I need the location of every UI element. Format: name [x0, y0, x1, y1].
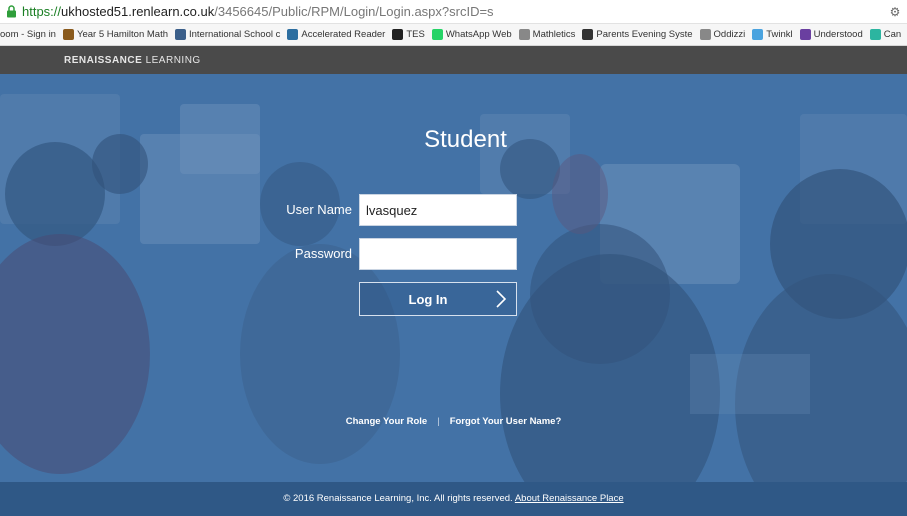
- bookmark-item[interactable]: Can: [869, 29, 902, 40]
- help-links: Change Your Role | Forgot Your User Name?: [0, 416, 907, 427]
- bookmarks-bar: oom - Sign in Year 5 Hamilton Math Interna…: [0, 24, 907, 46]
- url-text[interactable]: https://ukhosted51.renlearn.co.uk/345664…: [22, 4, 494, 19]
- bookmark-label: International School c: [189, 29, 281, 40]
- bookmark-item[interactable]: Twinkl: [752, 29, 793, 40]
- rl-icon: [287, 29, 299, 40]
- school-icon: [175, 29, 186, 40]
- bookmark-label: WhatsApp Web: [445, 29, 512, 40]
- username-input[interactable]: [359, 194, 517, 226]
- bookmark-item[interactable]: Year 5 Hamilton Math: [62, 29, 168, 40]
- username-label: User Name: [286, 202, 352, 217]
- brand-bold: RENAISSANCE: [64, 55, 143, 66]
- bookmark-item[interactable]: Oddizzi: [699, 29, 746, 40]
- can-icon: [869, 29, 881, 40]
- url-path: /3456645/Public/RPM/Login/Login.aspx?src…: [214, 4, 494, 19]
- bookmark-label: Mathletics: [532, 29, 576, 40]
- lock-icon: [4, 5, 18, 19]
- login-button[interactable]: Log In: [359, 282, 517, 316]
- page-icon: [699, 29, 711, 40]
- change-role-link[interactable]: Change Your Role: [346, 416, 427, 427]
- bookmark-item[interactable]: Parents Evening Syste: [582, 29, 693, 40]
- page-icon: [518, 29, 530, 40]
- login-button-label: Log In: [408, 291, 448, 307]
- hamilton-icon: [62, 29, 74, 40]
- bookmark-label: oom - Sign in: [0, 29, 56, 40]
- bookmark-label: Accelerated Reader: [301, 29, 386, 40]
- bookmark-label: Parents Evening Syste: [596, 29, 693, 40]
- whatsapp-icon: [431, 29, 443, 40]
- bookmark-label: Year 5 Hamilton Math: [76, 29, 168, 40]
- copyright-text: © 2016 Renaissance Learning, Inc. All ri…: [283, 493, 513, 504]
- url-protocol: https://: [22, 4, 62, 19]
- hero-background: Student User Name Password Log In Change…: [0, 74, 907, 482]
- url-host: ukhosted51.renlearn.co.uk: [61, 4, 215, 19]
- link-separator: |: [437, 416, 440, 427]
- password-label: Password: [294, 246, 352, 261]
- page-title: Student: [424, 126, 507, 153]
- extensions-icon[interactable]: ⚙: [887, 4, 903, 20]
- bookmark-item[interactable]: International School c: [175, 29, 280, 40]
- twinkl-icon: [752, 29, 764, 40]
- bookmark-item[interactable]: Accelerated Reader: [287, 29, 385, 40]
- tes-icon: [392, 29, 404, 40]
- login-page: RENAISSANCE LEARNING Student User Name l…: [0, 46, 907, 516]
- bookmark-item[interactable]: Understood: [799, 29, 863, 40]
- bookmark-item[interactable]: Mathletics: [518, 29, 576, 40]
- password-input[interactable]: [359, 238, 517, 270]
- chevron-right-icon: [486, 289, 516, 309]
- bookmark-label: TES: [406, 29, 425, 40]
- bookmark-label: Can: [883, 29, 902, 40]
- forgot-username-link[interactable]: Forgot Your User Name?: [450, 416, 562, 427]
- bookmark-item[interactable]: oom - Sign in: [0, 29, 56, 40]
- bookmark-label: Oddizzi: [713, 29, 746, 40]
- bookmark-item[interactable]: TES: [392, 29, 425, 40]
- renaissance-logo: RENAISSANCE LEARNING: [64, 55, 201, 66]
- address-bar[interactable]: https://ukhosted51.renlearn.co.uk/345664…: [0, 0, 907, 24]
- brand-rest: LEARNING: [142, 55, 201, 66]
- understood-icon: [799, 29, 811, 40]
- bookmark-label: Twinkl: [766, 29, 793, 40]
- footer: © 2016 Renaissance Learning, Inc. All ri…: [0, 482, 907, 516]
- top-brand-bar: RENAISSANCE LEARNING: [0, 46, 907, 74]
- bookmark-item[interactable]: WhatsApp Web: [431, 29, 512, 40]
- about-renaissance-link[interactable]: About Renaissance Place: [515, 493, 624, 504]
- bookmark-label: Understood: [813, 29, 863, 40]
- parents-icon: [582, 29, 594, 40]
